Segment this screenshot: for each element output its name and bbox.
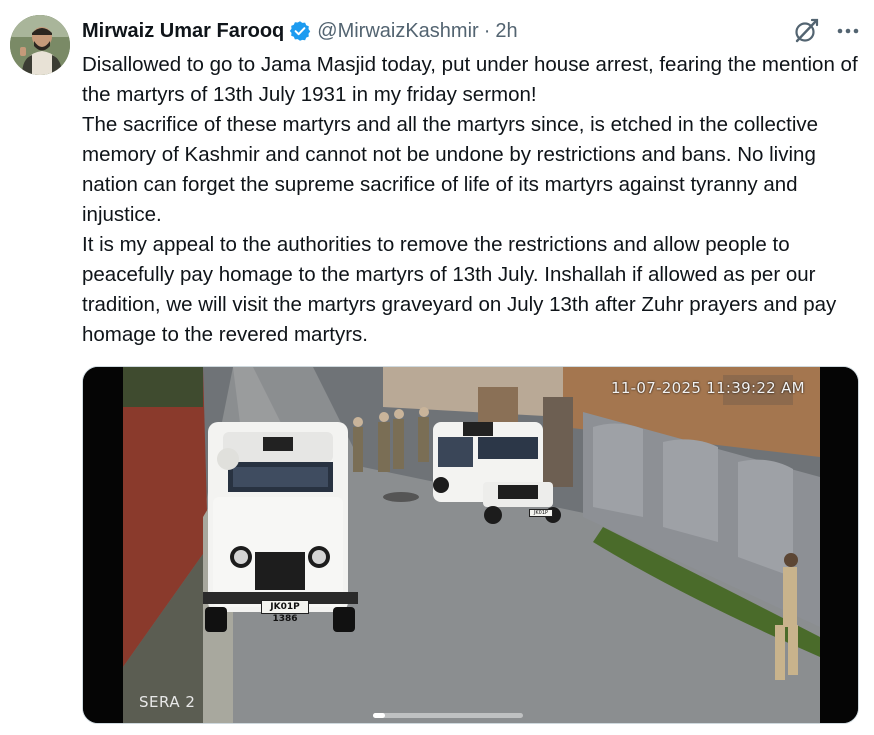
tweet-text: Disallowed to go to Jama Masjid today, p… [82,50,862,350]
tweet-media-video[interactable]: 11-07-2025 11:39:22 AM SERA 2 JK01P 1386… [82,366,859,724]
tweet-paragraph: Disallowed to go to Jama Masjid today, p… [82,53,858,106]
more-options-icon[interactable] [834,20,862,42]
vehicle-plate-left: JK01P 1386 [261,600,309,624]
vehicle-plate-right: JK01P [529,509,553,517]
avatar[interactable] [10,15,70,75]
author-handle[interactable]: @MirwaizKashmir [317,20,478,43]
verified-badge-icon [289,20,311,42]
tweet-timestamp[interactable]: 2h [495,20,517,43]
tweet-card[interactable]: Mirwaiz Umar Farooq @MirwaizKashmir · 2h… [0,0,874,735]
avatar-image [10,15,70,75]
author-name[interactable]: Mirwaiz Umar Farooq [82,20,284,43]
camera-label: SERA 2 [139,693,196,711]
tweet-paragraph: It is my appeal to the authorities to re… [82,233,837,346]
grok-icon[interactable] [792,17,820,45]
tweet-header: Mirwaiz Umar Farooq @MirwaizKashmir · 2h [82,16,518,46]
video-frame [83,367,858,723]
video-progress-bar[interactable] [373,713,523,718]
header-separator: · [483,19,491,42]
tweet-paragraph: The sacrifice of these martyrs and all t… [82,113,819,226]
video-progress-fill [373,713,385,718]
camera-timestamp: 11-07-2025 11:39:22 AM [611,379,805,397]
